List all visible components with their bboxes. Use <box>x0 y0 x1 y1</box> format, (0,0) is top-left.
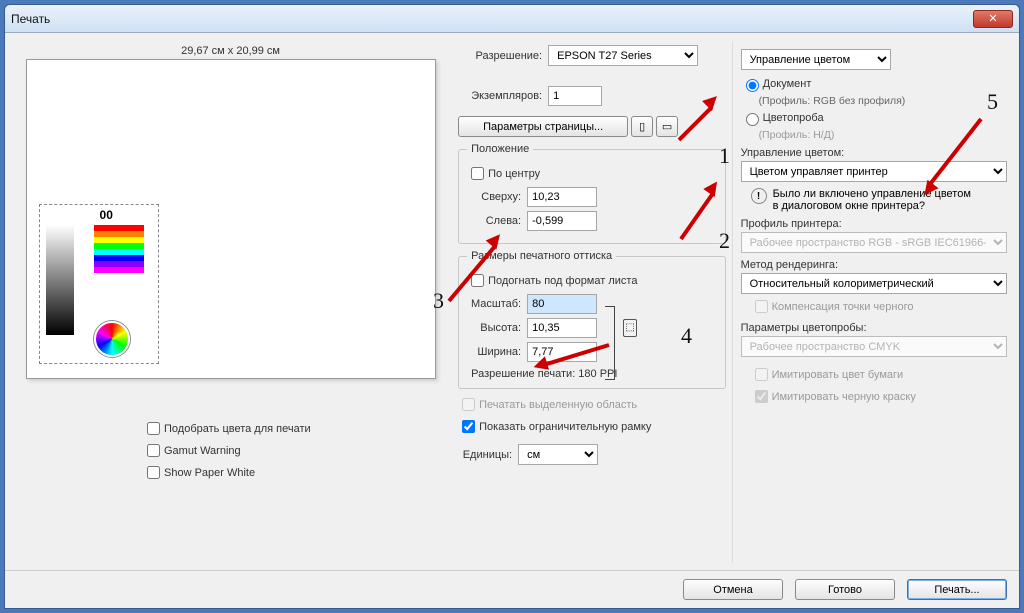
show-paper-white-label: Show Paper White <box>164 467 255 479</box>
width-label: Ширина: <box>467 346 527 358</box>
simulate-black-label: Имитировать черную краску <box>772 391 916 403</box>
orientation-portrait-button[interactable]: ▯ <box>631 116 653 137</box>
link-bracket-icon <box>605 306 615 380</box>
proof-profile-text: (Профиль: Н/Д) <box>759 129 1007 141</box>
document-radio-label: Документ <box>763 78 812 90</box>
left-input[interactable] <box>527 211 597 231</box>
center-checkbox[interactable] <box>471 167 484 180</box>
close-button[interactable]: ✕ <box>973 10 1013 28</box>
match-print-colors-label: Подобрать цвета для печати <box>164 423 311 435</box>
print-selection-checkbox <box>462 398 475 411</box>
printer-profile-label: Профиль принтера: <box>741 218 1007 230</box>
page-setup-button[interactable]: Параметры страницы... <box>458 116 628 137</box>
preview-dimensions: 29,67 см x 20,99 см <box>13 45 448 57</box>
top-label: Сверху: <box>467 191 527 203</box>
fit-to-page-label: Подогнать под формат листа <box>488 275 637 287</box>
print-size-legend: Размеры печатного оттиска <box>467 250 616 262</box>
portrait-icon: ▯ <box>639 120 645 133</box>
show-bbox-checkbox[interactable] <box>462 420 475 433</box>
rendering-intent-select[interactable]: Относительный колориметрический <box>741 273 1007 294</box>
preview-content[interactable]: 00 <box>39 204 159 364</box>
width-input[interactable] <box>527 342 597 362</box>
scale-input[interactable] <box>527 294 597 314</box>
preview-label-text: 00 <box>100 208 113 222</box>
annotation-number-4: 4 <box>681 323 692 349</box>
warning-icon: ! <box>751 188 767 204</box>
print-size-fieldset: Размеры печатного оттиска Подогнать под … <box>458 250 725 389</box>
position-legend: Положение <box>467 143 533 155</box>
print-resolution-text: Разрешение печати: 180 PPI <box>471 368 716 380</box>
warning-text: Было ли включено управление цветом в диа… <box>773 188 971 212</box>
simulate-black-checkbox <box>755 390 768 403</box>
print-preview[interactable]: 00 <box>26 59 436 379</box>
orientation-landscape-button[interactable]: ▭ <box>656 116 678 137</box>
match-print-colors-checkbox[interactable] <box>147 422 160 435</box>
color-management-dropdown[interactable]: Управление цветом <box>741 49 891 70</box>
height-input[interactable] <box>527 318 597 338</box>
scale-label: Масштаб: <box>467 298 527 310</box>
copies-input[interactable] <box>548 86 602 106</box>
landscape-icon: ▭ <box>662 120 672 133</box>
simulate-paper-checkbox <box>755 368 768 381</box>
simulate-paper-label: Имитировать цвет бумаги <box>772 369 904 381</box>
printer-profile-select: Рабочее пространство RGB - sRGB IEC61966… <box>741 232 1007 253</box>
proof-space-select: Рабочее пространство CMYK <box>741 336 1007 357</box>
cancel-button[interactable]: Отмена <box>683 579 783 600</box>
color-swatches-icon <box>94 225 144 273</box>
annotation-number-5: 5 <box>987 89 998 115</box>
print-dialog-window: Печать ✕ 29,67 см x 20,99 см 00 <box>4 4 1020 609</box>
units-select[interactable]: см <box>518 444 598 465</box>
close-icon: ✕ <box>988 12 997 25</box>
printer-select[interactable]: EPSON T27 Series <box>548 45 698 66</box>
copies-label: Экземпляров: <box>458 90 548 102</box>
top-input[interactable] <box>527 187 597 207</box>
show-paper-white-checkbox[interactable] <box>147 466 160 479</box>
printer-label: Разрешение: <box>458 50 548 62</box>
units-label: Единицы: <box>458 449 518 461</box>
color-management-select[interactable]: Цветом управляет принтер <box>741 161 1007 182</box>
done-button[interactable]: Готово <box>795 579 895 600</box>
position-fieldset: Положение По центру Сверху: Слева: <box>458 143 725 244</box>
document-profile-text: (Профиль: RGB без профиля) <box>759 95 1007 107</box>
black-point-comp-label: Компенсация точки черного <box>772 301 914 313</box>
gamut-warning-checkbox[interactable] <box>147 444 160 457</box>
gamut-warning-label: Gamut Warning <box>164 445 241 457</box>
rendering-intent-label: Метод рендеринга: <box>741 259 1007 271</box>
annotation-number-3: 3 <box>433 288 444 314</box>
window-title: Печать <box>11 12 973 26</box>
dialog-footer: Отмена Готово Печать... <box>5 570 1019 608</box>
link-dimensions-button[interactable]: ⬚ <box>623 319 637 337</box>
show-bbox-label: Показать ограничительную рамку <box>479 421 651 433</box>
annotation-number-1: 1 <box>719 143 730 169</box>
annotation-number-2: 2 <box>719 228 730 254</box>
center-label: По центру <box>488 168 540 180</box>
titlebar[interactable]: Печать ✕ <box>5 5 1019 33</box>
grayscale-strip-icon <box>46 225 74 335</box>
proof-params-label: Параметры цветопробы: <box>741 322 1007 334</box>
print-selection-label: Печатать выделенную область <box>479 399 637 411</box>
height-label: Высота: <box>467 322 527 334</box>
black-point-comp-checkbox <box>755 300 768 313</box>
proof-radio[interactable] <box>746 113 759 126</box>
left-label: Слева: <box>467 215 527 227</box>
color-management-label: Управление цветом: <box>741 147 1007 159</box>
fit-to-page-checkbox[interactable] <box>471 274 484 287</box>
document-radio[interactable] <box>746 79 759 92</box>
print-button[interactable]: Печать... <box>907 579 1007 600</box>
proof-radio-label: Цветопроба <box>763 112 824 124</box>
color-wheel-icon <box>94 321 130 357</box>
